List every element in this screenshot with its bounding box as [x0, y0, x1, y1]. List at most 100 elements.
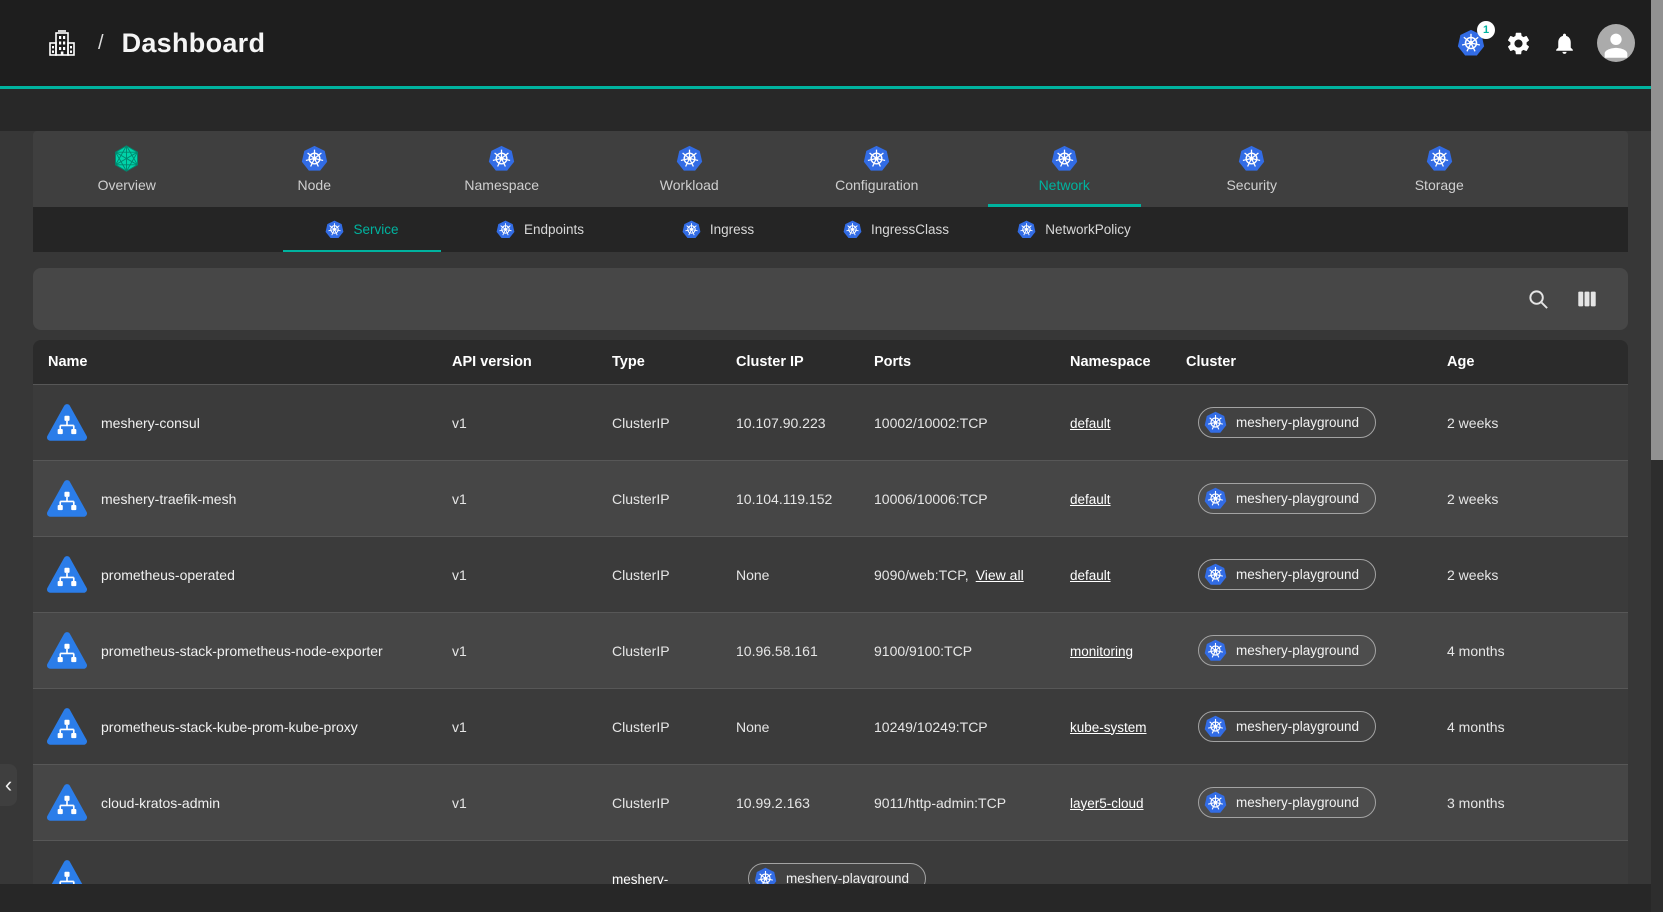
cluster-chip[interactable]: meshery-playground	[1198, 711, 1376, 742]
tab-workload[interactable]: Workload	[596, 131, 784, 207]
kubernetes-icon	[1051, 145, 1078, 172]
column-header-cluster-ip[interactable]: Cluster IP	[721, 354, 859, 370]
table-row[interactable]: meshery-traefik-mesh v1 ClusterIP 10.104…	[33, 460, 1628, 536]
service-name: prometheus-operated	[101, 567, 235, 583]
column-header-cluster[interactable]: Cluster	[1171, 354, 1420, 370]
namespace-link[interactable]: default	[1070, 416, 1111, 431]
tab-label: Overview	[98, 177, 156, 193]
tab-storage[interactable]: Storage	[1346, 131, 1534, 207]
resource-tabs-card: Overview Node Namespace Workload Configu…	[33, 131, 1628, 252]
column-header-name[interactable]: Name	[33, 354, 437, 370]
kubernetes-icon	[682, 220, 701, 239]
view-all-link[interactable]: View all	[976, 567, 1024, 583]
namespace-link[interactable]: default	[1070, 492, 1111, 507]
tab-overview[interactable]: Overview	[33, 131, 221, 207]
table-row[interactable]: prometheus-stack-prometheus-node-exporte…	[33, 612, 1628, 688]
column-header-type[interactable]: Type	[597, 354, 721, 370]
namespace-link[interactable]: kube-system	[1070, 720, 1147, 735]
service-name: prometheus-stack-kube-prom-kube-proxy	[101, 719, 358, 735]
age-cell: 3 months	[1420, 795, 1628, 811]
type-cell: ClusterIP	[597, 795, 721, 811]
column-header-age[interactable]: Age	[1420, 354, 1628, 370]
cluster-chip-label: meshery-playground	[1236, 491, 1359, 506]
namespace-link[interactable]: layer5-cloud	[1070, 796, 1144, 811]
user-avatar[interactable]	[1597, 24, 1635, 62]
collapse-drawer-handle[interactable]: ‹	[0, 764, 17, 806]
kubernetes-icon	[1204, 563, 1227, 586]
namespace-cell: layer5-cloud	[1055, 795, 1171, 811]
settings-gear-icon[interactable]	[1505, 30, 1532, 57]
ports-cell: 9100/9100:TCP	[859, 643, 1055, 659]
table-row[interactable]: prometheus-stack-kube-prom-kube-proxy v1…	[33, 688, 1628, 764]
kubernetes-icon	[1204, 411, 1227, 434]
cluster-chip[interactable]: meshery-playground	[1198, 787, 1376, 818]
cluster-cell: meshery-playground	[1171, 407, 1420, 438]
cluster-chip[interactable]: meshery-playground	[1198, 483, 1376, 514]
kubernetes-icon	[1204, 791, 1227, 814]
kubernetes-icon	[1426, 145, 1453, 172]
subtab-ingress[interactable]: Ingress	[629, 207, 807, 252]
cluster-ip-cell: 10.96.58.161	[721, 643, 859, 659]
namespace-link[interactable]: default	[1070, 568, 1111, 583]
namespace-cell: monitoring	[1055, 643, 1171, 659]
api-version-cell: v1	[437, 643, 597, 659]
kubernetes-icon	[676, 145, 703, 172]
cluster-cell: meshery-playground	[1171, 787, 1420, 818]
service-name-cell: cloud-kratos-admin	[33, 783, 437, 823]
table-row[interactable]: prometheus-operated v1 ClusterIP None 90…	[33, 536, 1628, 612]
tab-node[interactable]: Node	[221, 131, 409, 207]
scrollbar-thumb[interactable]	[1651, 0, 1663, 460]
subtab-networkpolicy[interactable]: NetworkPolicy	[985, 207, 1163, 252]
tab-label: Namespace	[464, 177, 539, 193]
tab-label: Workload	[660, 177, 719, 193]
ports-cell: 10249/10249:TCP	[859, 719, 1055, 735]
ports-cell: 9011/http-admin:TCP	[859, 795, 1055, 811]
namespace-link[interactable]: monitoring	[1070, 644, 1133, 659]
column-header-namespace[interactable]: Namespace	[1055, 354, 1171, 370]
type-cell: ClusterIP	[597, 491, 721, 507]
subtab-label: NetworkPolicy	[1045, 222, 1131, 237]
main-tabs: Overview Node Namespace Workload Configu…	[33, 131, 1628, 207]
cluster-ip-cell: 10.99.2.163	[721, 795, 859, 811]
cluster-chip-label: meshery-playground	[1236, 415, 1359, 430]
subtab-ingressclass[interactable]: IngressClass	[807, 207, 985, 252]
cluster-chip[interactable]: meshery-playground	[1198, 407, 1376, 438]
cluster-chip[interactable]: meshery-playground	[1198, 635, 1376, 666]
tab-configuration[interactable]: Configuration	[783, 131, 971, 207]
service-name-cell: prometheus-operated	[33, 555, 437, 595]
kubernetes-icon	[488, 145, 515, 172]
ports-cell: 10006/10006:TCP	[859, 491, 1055, 507]
tab-security[interactable]: Security	[1158, 131, 1346, 207]
age-cell: 2 weeks	[1420, 567, 1628, 583]
cluster-chip[interactable]: meshery-playground	[1198, 559, 1376, 590]
cluster-cell: meshery-playground	[1171, 559, 1420, 590]
kubernetes-context-icon[interactable]: 1	[1457, 29, 1485, 57]
view-columns-icon[interactable]	[1576, 288, 1598, 310]
service-icon	[47, 403, 87, 443]
subtab-label: IngressClass	[871, 222, 949, 237]
ports-text: 10249/10249:TCP	[874, 719, 988, 735]
search-icon[interactable]	[1527, 288, 1550, 311]
notifications-bell-icon[interactable]	[1552, 31, 1577, 56]
namespace-cell: default	[1055, 491, 1171, 507]
tab-label: Node	[298, 177, 331, 193]
table-row[interactable]: meshery-consul v1 ClusterIP 10.107.90.22…	[33, 384, 1628, 460]
tab-namespace[interactable]: Namespace	[408, 131, 596, 207]
kubernetes-icon	[863, 145, 890, 172]
subtab-endpoints[interactable]: Endpoints	[451, 207, 629, 252]
age-cell: 4 months	[1420, 643, 1628, 659]
subtab-label: Service	[353, 222, 398, 237]
table-row[interactable]: cloud-kratos-admin v1 ClusterIP 10.99.2.…	[33, 764, 1628, 840]
ports-cell: 10002/10002:TCP	[859, 415, 1055, 431]
ports-text: 9090/web:TCP,	[874, 567, 969, 583]
app-header: / Dashboard 1	[0, 0, 1663, 86]
organization-icon[interactable]	[46, 27, 78, 59]
api-version-cell: v1	[437, 795, 597, 811]
column-header-ports[interactable]: Ports	[859, 354, 1055, 370]
header-accent-line	[0, 86, 1663, 89]
tab-network[interactable]: Network	[971, 131, 1159, 207]
subtab-service[interactable]: Service	[273, 207, 451, 252]
column-header-api-version[interactable]: API version	[437, 354, 597, 370]
chevron-left-icon: ‹	[5, 772, 12, 798]
page-title: Dashboard	[122, 28, 266, 59]
